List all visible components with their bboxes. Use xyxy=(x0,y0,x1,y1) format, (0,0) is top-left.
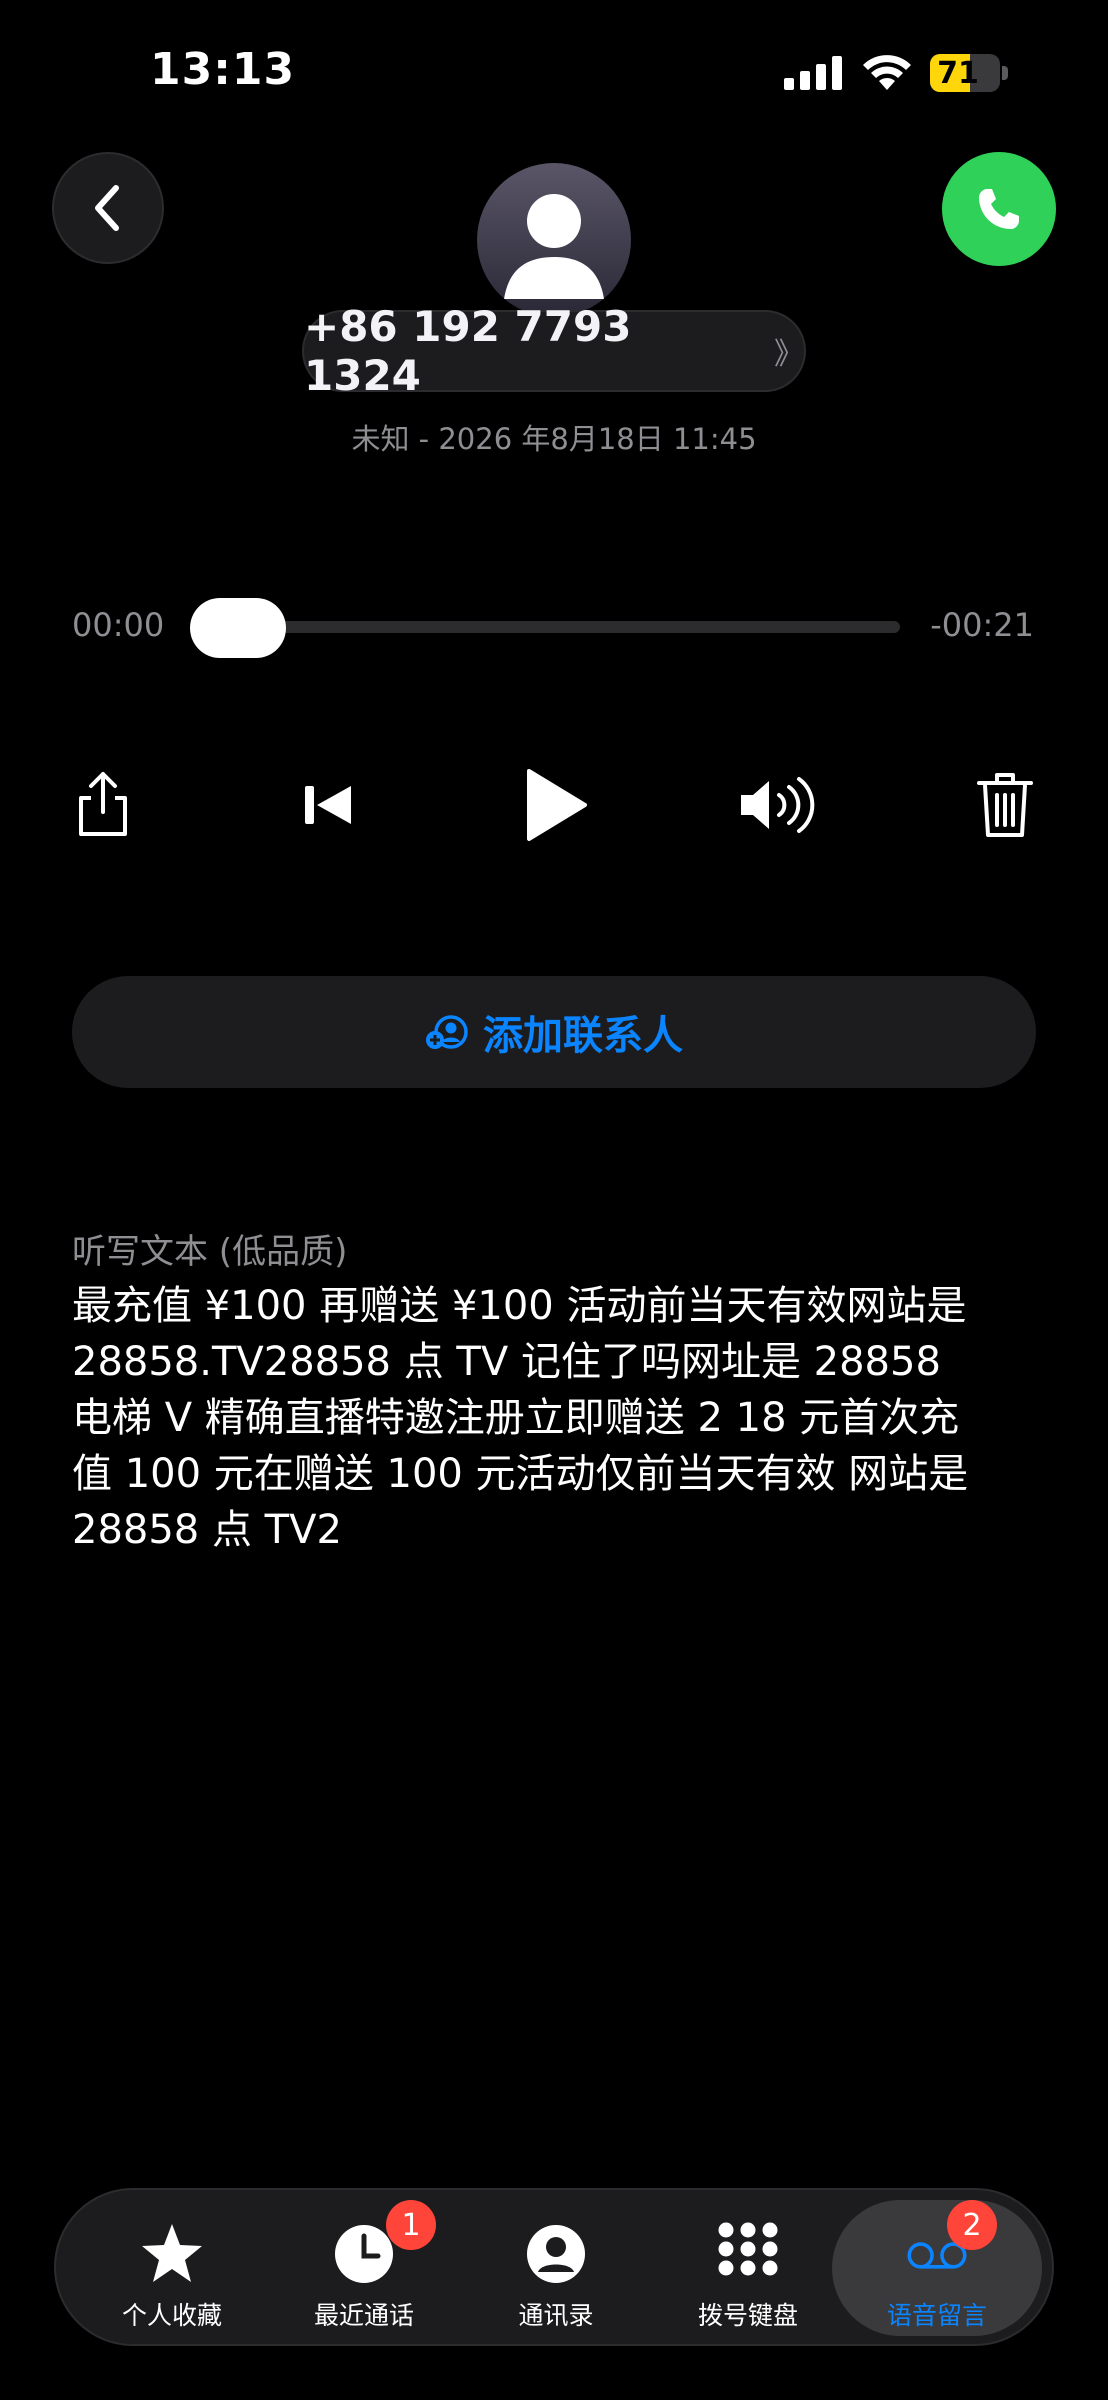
phone-number-pill[interactable]: +86 192 7793 1324 》 xyxy=(302,302,806,400)
tab-label: 最近通话 xyxy=(313,2301,414,2330)
play-button[interactable] xyxy=(508,760,598,850)
recents-badge: 1 xyxy=(386,2200,436,2250)
scrubber-handle[interactable] xyxy=(190,598,286,658)
share-icon xyxy=(79,772,127,836)
wifi-icon xyxy=(863,55,911,90)
transcript-title: 听写文本 (低品质) xyxy=(72,1232,348,1272)
voicemail-meta: 未知 - 2026 年8月18日 11:45 xyxy=(351,422,757,456)
back-button[interactable] xyxy=(52,152,164,264)
tab-bar: 个人收藏 1 最近通话 通讯录 拨号键盘 2 语音留言 xyxy=(54,2188,1054,2346)
add-contact-button[interactable]: 添加联系人 xyxy=(72,976,1036,1088)
share-button[interactable] xyxy=(58,760,148,850)
battery-cap xyxy=(1002,66,1008,80)
person-circle-icon xyxy=(524,2222,588,2286)
skip-back-button[interactable] xyxy=(284,760,374,850)
status-time: 13:13 xyxy=(150,44,296,95)
trash-icon xyxy=(977,773,1033,837)
tab-recents[interactable]: 1 最近通话 xyxy=(268,2200,460,2336)
tab-label: 个人收藏 xyxy=(121,2301,222,2330)
person-silhouette-icon xyxy=(504,194,604,299)
battery-indicator: 71 xyxy=(930,54,1000,92)
chevron-right-icon: 》 xyxy=(774,337,804,372)
keypad-icon xyxy=(716,2222,780,2286)
play-icon xyxy=(527,769,587,841)
voicemail-badge: 2 xyxy=(947,2200,997,2250)
battery-level-text: 71 xyxy=(937,56,979,91)
delete-button[interactable] xyxy=(960,760,1050,850)
speaker-icon xyxy=(741,777,815,833)
tab-contacts[interactable]: 通讯录 xyxy=(460,2200,652,2336)
speaker-button[interactable] xyxy=(734,760,824,850)
transcript-body: 最充值 ¥100 再赠送 ¥100 活动前当天有效网站是 28858.TV288… xyxy=(72,1283,969,1553)
remaining-time: -00:21 xyxy=(930,606,1034,644)
tab-voicemail[interactable]: 2 语音留言 xyxy=(832,2200,1042,2336)
chevron-left-icon xyxy=(95,185,119,231)
add-person-icon xyxy=(426,1015,468,1049)
phone-number: +86 192 7793 1324 xyxy=(304,302,632,400)
tab-label: 通讯录 xyxy=(518,2301,594,2330)
avatar xyxy=(477,163,631,317)
tab-keypad[interactable]: 拨号键盘 xyxy=(652,2200,844,2336)
star-icon xyxy=(140,2222,204,2286)
playback-scrubber-track[interactable] xyxy=(196,621,900,633)
clock-icon: 1 xyxy=(332,2200,436,2286)
call-button[interactable] xyxy=(942,152,1056,266)
cellular-signal-icon xyxy=(784,56,842,90)
tab-label: 拨号键盘 xyxy=(697,2301,798,2330)
elapsed-time: 00:00 xyxy=(72,606,165,644)
tab-label: 语音留言 xyxy=(886,2301,987,2330)
voicemail-icon: 2 xyxy=(905,2200,997,2286)
add-contact-label: 添加联系人 xyxy=(483,1013,683,1059)
phone-icon xyxy=(979,189,1019,229)
tab-favorites[interactable]: 个人收藏 xyxy=(76,2200,268,2336)
skip-back-icon xyxy=(305,786,351,824)
